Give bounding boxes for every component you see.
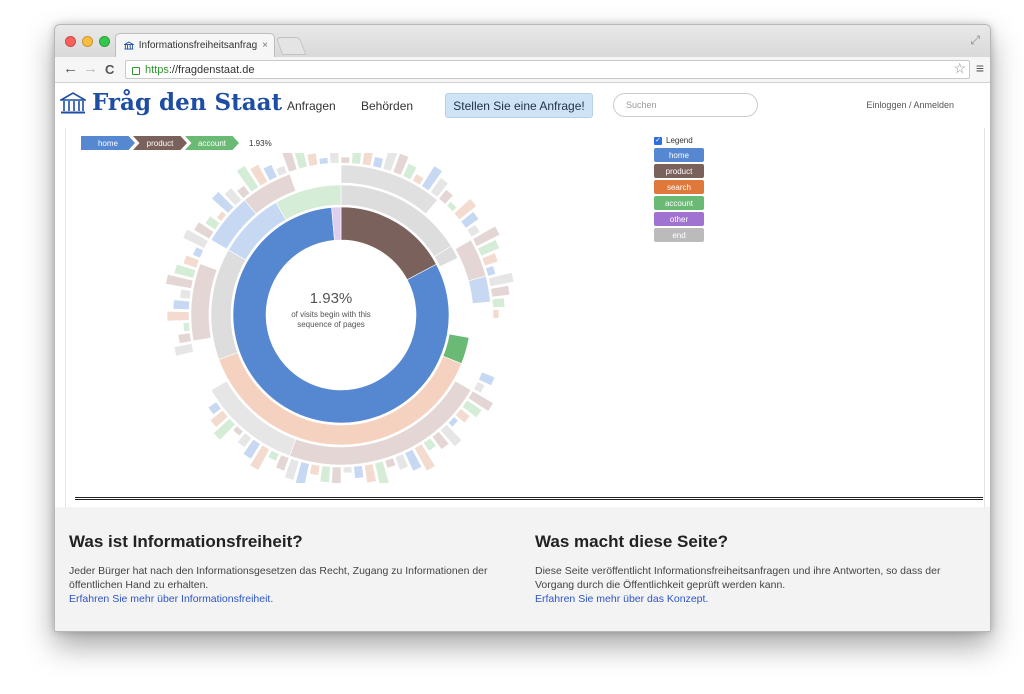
sunburst-fringe-segment[interactable] bbox=[363, 463, 377, 483]
info-right-link[interactable]: Erfahren Sie mehr über das Konzept. bbox=[535, 592, 975, 606]
sunburst-fringe-segment[interactable] bbox=[361, 153, 374, 167]
info-right-text: Diese Seite veröffentlicht Informationsf… bbox=[535, 565, 941, 591]
legend-toggle-label: Legend bbox=[666, 136, 693, 145]
sunburst-fringe-segment[interactable] bbox=[411, 173, 425, 186]
sunburst-fringe-segment[interactable] bbox=[342, 466, 353, 474]
legend: ✓ Legend home product search account oth… bbox=[654, 136, 704, 244]
sunburst-segment[interactable] bbox=[454, 239, 487, 282]
building-icon bbox=[60, 91, 86, 113]
tab-title: Informationsfreiheitsanfrag bbox=[138, 40, 258, 51]
sunburst-fringe-segment[interactable] bbox=[275, 165, 288, 177]
title-bar: Informationsfreiheitsanfrag × ⤢ bbox=[55, 25, 990, 57]
legend-checkbox[interactable]: ✓ bbox=[654, 136, 662, 145]
breadcrumb-account: account bbox=[185, 136, 239, 150]
legend-item-end: end bbox=[654, 228, 704, 242]
center-description-line-1: of visits begin with this bbox=[291, 310, 371, 319]
sequence-sunburst-panel: home product account 1.93% 1.93% of visi… bbox=[65, 128, 985, 508]
breadcrumb-percentage: 1.93% bbox=[249, 138, 272, 148]
sunburst-fringe-segment[interactable] bbox=[473, 381, 486, 394]
center-percentage: 1.93% bbox=[309, 290, 353, 307]
reload-icon[interactable]: C bbox=[105, 62, 114, 77]
sunburst-fringe-segment[interactable] bbox=[192, 246, 204, 259]
legend-item-search: search bbox=[654, 180, 704, 194]
lock-icon bbox=[132, 66, 140, 75]
sunburst-fringe-segment[interactable] bbox=[491, 297, 506, 308]
nav-behoerden[interactable]: Behörden bbox=[361, 99, 413, 113]
sunburst-fringe-segment[interactable] bbox=[351, 153, 363, 165]
minimize-window-button[interactable] bbox=[82, 36, 93, 47]
legend-item-home: home bbox=[654, 148, 704, 162]
sunburst-fringe-segment[interactable] bbox=[166, 311, 190, 322]
site-header: Fråg den Staat Anfragen Behörden Stellen… bbox=[55, 83, 990, 127]
sunburst-fringe-segment[interactable] bbox=[267, 449, 280, 462]
address-bar[interactable]: https://fragdenstaat.de bbox=[125, 60, 970, 79]
breadcrumb-product: product bbox=[133, 136, 187, 150]
window-controls bbox=[65, 36, 110, 47]
sunburst-fringe-segment[interactable] bbox=[331, 466, 342, 483]
forward-icon[interactable]: → bbox=[83, 60, 98, 77]
sunburst-fringe-segment[interactable] bbox=[306, 153, 319, 167]
sunburst-fringe-segment[interactable] bbox=[319, 465, 331, 483]
sunburst-fringe-segment[interactable] bbox=[353, 465, 365, 479]
logo-text: Fråg den Staat bbox=[92, 89, 283, 116]
search-input[interactable]: Suchen bbox=[613, 93, 758, 117]
make-request-button[interactable]: Stellen Sie eine Anfrage! bbox=[445, 93, 593, 118]
site-favicon-icon bbox=[124, 41, 134, 50]
info-footer: Was ist Informationsfreiheit? Jeder Bürg… bbox=[55, 507, 990, 631]
menu-icon[interactable]: ≡ bbox=[976, 60, 984, 76]
info-column-left: Was ist Informationsfreiheit? Jeder Bürg… bbox=[69, 532, 509, 606]
section-divider bbox=[75, 497, 983, 500]
info-left-link[interactable]: Erfahren Sie mehr über Informationsfreih… bbox=[69, 592, 509, 606]
legend-toggle[interactable]: ✓ Legend bbox=[654, 136, 704, 145]
sunburst-fringe-segment[interactable] bbox=[318, 157, 329, 165]
browser-toolbar: ← → C https://fragdenstaat.de ☆ ≡ bbox=[55, 57, 990, 83]
sunburst-fringe-segment[interactable] bbox=[340, 156, 351, 164]
center-description: of visits begin with this sequence of pa… bbox=[266, 310, 396, 330]
sunburst-fringe-segment[interactable] bbox=[329, 153, 340, 164]
center-description-line-2: sequence of pages bbox=[297, 320, 365, 329]
bookmark-star-icon[interactable]: ☆ bbox=[953, 60, 966, 77]
sunburst-segment[interactable] bbox=[468, 275, 491, 304]
sunburst-fringe-segment[interactable] bbox=[384, 457, 397, 469]
fullscreen-icon[interactable]: ⤢ bbox=[970, 33, 980, 48]
breadcrumb-home: home bbox=[81, 136, 135, 150]
browser-tab[interactable]: Informationsfreiheitsanfrag × bbox=[115, 33, 275, 57]
sunburst-fringe-segment[interactable] bbox=[182, 322, 191, 332]
back-icon[interactable]: ← bbox=[63, 60, 78, 77]
legend-item-product: product bbox=[654, 164, 704, 178]
sunburst-fringe-segment[interactable] bbox=[492, 309, 500, 319]
sunburst-fringe-segment[interactable] bbox=[490, 285, 511, 298]
info-left-title: Was ist Informationsfreiheit? bbox=[69, 532, 303, 551]
sunburst-fringe-segment[interactable] bbox=[446, 200, 458, 213]
sunburst-fringe-segment[interactable] bbox=[309, 463, 321, 476]
sunburst-fringe-segment[interactable] bbox=[173, 343, 194, 357]
sunburst-fringe-segment[interactable] bbox=[172, 299, 190, 311]
tab-close-icon[interactable]: × bbox=[262, 40, 268, 51]
sunburst-fringe-segment[interactable] bbox=[372, 156, 384, 169]
close-window-button[interactable] bbox=[65, 36, 76, 47]
url-scheme: https bbox=[145, 63, 169, 76]
sequence-breadcrumb: home product account 1.93% bbox=[81, 136, 272, 150]
info-right-title: Was macht diese Seite? bbox=[535, 532, 729, 551]
sunburst-fringe-segment[interactable] bbox=[485, 265, 497, 277]
nav-anfragen[interactable]: Anfragen bbox=[287, 99, 336, 113]
legend-item-other: other bbox=[654, 212, 704, 226]
site-logo[interactable]: Fråg den Staat bbox=[60, 89, 282, 116]
new-tab-button[interactable] bbox=[275, 37, 307, 55]
sunburst-fringe-segment[interactable] bbox=[177, 332, 192, 344]
zoom-window-button[interactable] bbox=[99, 36, 110, 47]
login-link[interactable]: Einloggen / Anmelden bbox=[866, 100, 954, 110]
sunburst-fringe-segment[interactable] bbox=[179, 288, 192, 300]
info-column-right: Was macht diese Seite? Diese Seite veröf… bbox=[535, 532, 975, 606]
legend-item-account: account bbox=[654, 196, 704, 210]
info-left-text: Jeder Bürger hat nach den Informationsge… bbox=[69, 565, 488, 591]
url-rest: ://fragdenstaat.de bbox=[168, 63, 255, 76]
browser-window: Informationsfreiheitsanfrag × ⤢ ← → C ht… bbox=[54, 24, 991, 632]
